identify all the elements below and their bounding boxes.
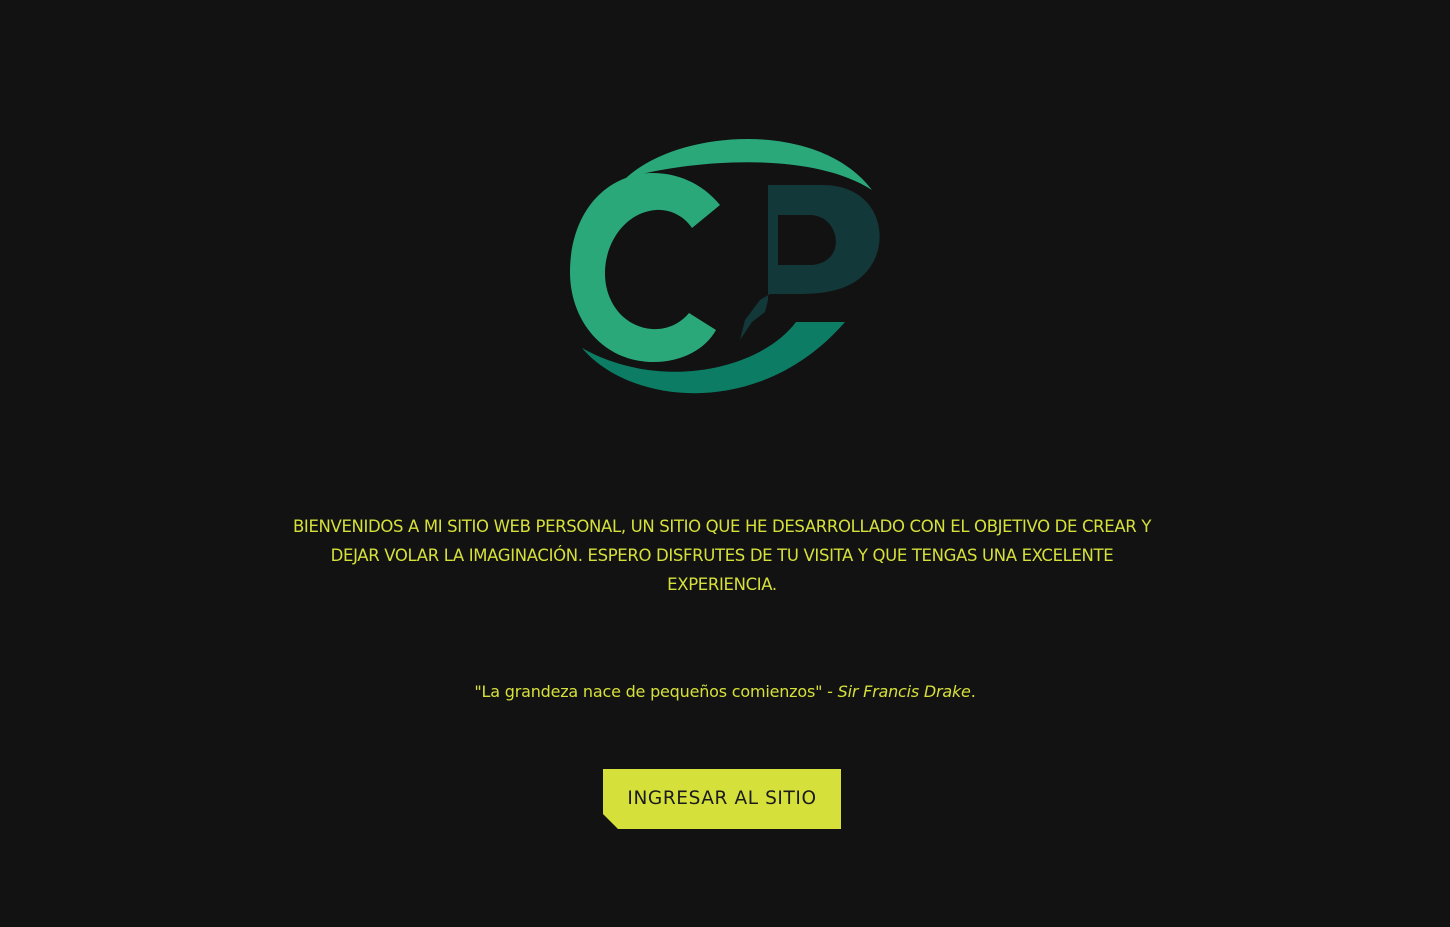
quote: "La grandeza nace de pequeños comienzos"… bbox=[325, 680, 1125, 704]
enter-site-button-label: INGRESAR AL SITIO bbox=[627, 788, 817, 809]
enter-site-button[interactable]: INGRESAR AL SITIO bbox=[603, 769, 841, 829]
quote-separator: - bbox=[822, 682, 838, 701]
logo-letter-c bbox=[570, 173, 720, 363]
cp-logo bbox=[570, 138, 880, 394]
logo-letter-p bbox=[740, 185, 880, 340]
quote-text: "La grandeza nace de pequeños comienzos" bbox=[474, 682, 823, 701]
quote-end: . bbox=[970, 682, 976, 701]
quote-author: Sir Francis Drake bbox=[837, 682, 971, 701]
welcome-text: BIENVENIDOS A MI SITIO WEB PERSONAL, UN … bbox=[292, 517, 1152, 594]
